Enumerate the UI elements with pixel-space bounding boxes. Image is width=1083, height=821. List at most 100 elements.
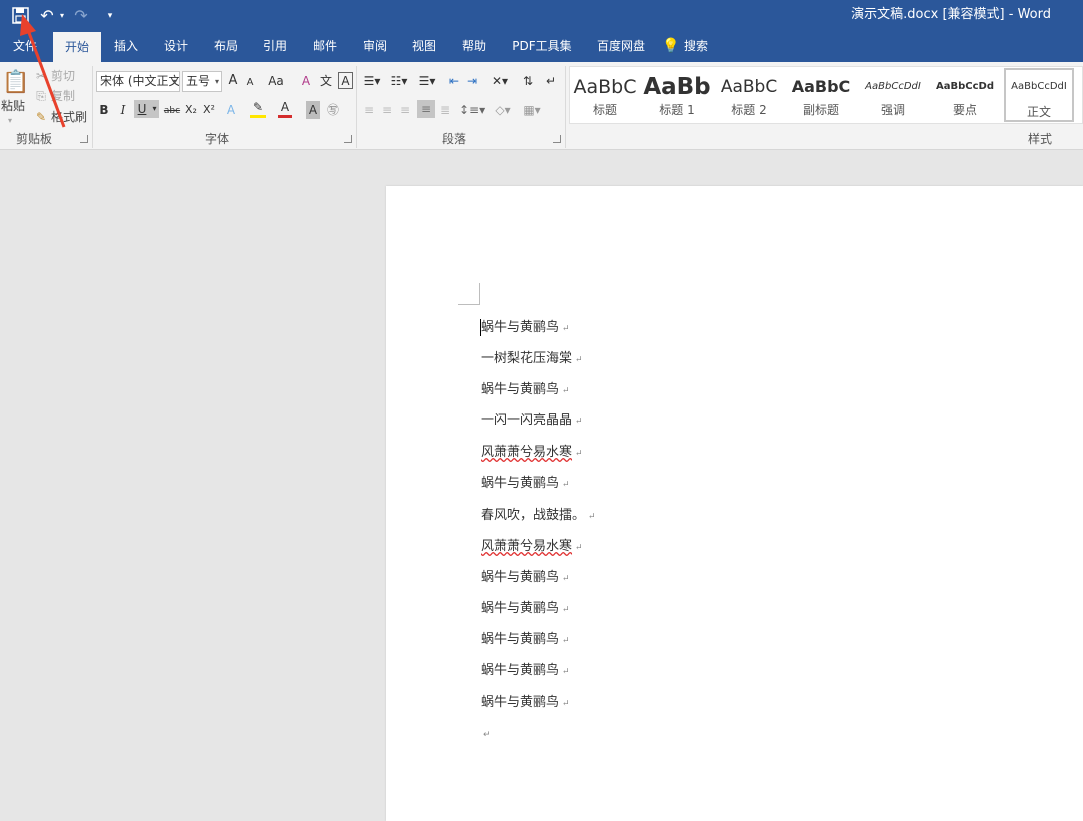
divider [565,66,566,148]
enclose-char-icon[interactable]: ㊢ [326,101,340,119]
margin-corner-mark [458,283,480,305]
copy-button[interactable]: 复制 [51,88,75,104]
shading-icon[interactable]: ◇▾ [491,101,515,119]
decrease-indent-icon[interactable]: ⇤ [446,72,462,90]
font-size-select[interactable]: 五号 ▾ [182,71,222,92]
subscript-button[interactable]: X₂ [183,101,199,119]
style-normal[interactable]: AaBbCcDdI 正文 [1004,68,1074,122]
document-line[interactable]: 风萧萧兮易水寒 ↵ [481,443,583,463]
style-strong[interactable]: AaBbCcDd 要点 [930,68,1000,122]
font-group-label: 字体 [205,132,230,146]
superscript-button[interactable]: X² [201,101,217,119]
tab-file[interactable]: 文件 [2,31,48,62]
redo-icon[interactable]: ↷ [72,0,90,31]
copy-icon[interactable]: ⎘ [34,87,48,105]
text-effects-button[interactable]: A [224,101,238,119]
paragraph-launcher-icon[interactable] [553,135,561,143]
line-spacing-icon[interactable]: ↕≡▾ [459,101,485,119]
format-painter-icon[interactable]: ✎ [34,108,48,126]
document-line[interactable]: 蜗牛与黄鹂鸟 ↵ [481,599,570,619]
cut-icon[interactable]: ✂ [34,67,48,85]
borders-icon[interactable]: ▦▾ [520,101,544,119]
tab-pdf-tools[interactable]: PDF工具集 [507,31,577,62]
font-color-button[interactable]: A [278,100,292,118]
numbering-icon[interactable]: ☷▾ [388,72,410,90]
paragraph-group-label: 段落 [442,132,467,146]
grow-font-button[interactable]: A [226,72,240,90]
justify-icon[interactable]: ≡ [417,100,435,118]
bold-button[interactable]: B [97,101,111,119]
paste-icon[interactable]: 📋 [2,68,29,98]
document-line[interactable]: 风萧萧兮易水寒 ↵ [481,537,583,557]
strikethrough-button[interactable]: abc [161,102,183,120]
italic-button[interactable]: I [116,101,130,119]
tab-insert[interactable]: 插入 [105,31,147,62]
style-heading-1[interactable]: AaBb 标题 1 [642,68,712,122]
phonetic-guide-icon[interactable]: 文 [318,72,334,90]
style-title[interactable]: AaBbC 标题 [570,68,640,122]
shrink-font-button[interactable]: A [244,74,256,92]
increase-indent-icon[interactable]: ⇥ [464,72,480,90]
document-title: 演示文稿.docx [兼容模式] - Word [851,7,1051,22]
divider [92,66,93,148]
document-line[interactable]: 蜗牛与黄鹂鸟 ↵ [481,693,570,713]
empty-paragraph-mark: ↵ [483,730,491,740]
document-line[interactable]: 一闪一闪亮晶晶 ↵ [481,411,583,431]
document-line[interactable]: 蜗牛与黄鹂鸟 ↵ [481,380,570,400]
tab-search[interactable]: 搜索 [679,31,713,62]
document-line[interactable]: 蜗牛与黄鹂鸟 ↵ [481,474,570,494]
font-name-select[interactable]: 宋体 (中文正文) ▾ [96,71,180,92]
chinese-layout-icon[interactable]: ✕▾ [489,72,511,90]
align-center-icon[interactable]: ≡ [379,101,395,119]
tab-help[interactable]: 帮助 [453,31,495,62]
clear-format-icon[interactable]: A [298,72,314,90]
align-right-icon[interactable]: ≡ [397,101,413,119]
tab-design[interactable]: 设计 [155,31,197,62]
tab-review[interactable]: 审阅 [354,31,396,62]
change-case-button[interactable]: Aa [266,72,286,90]
styles-group-label: 样式 [1028,132,1053,146]
format-painter-button[interactable]: 格式刷 [51,109,87,125]
document-line[interactable]: 蜗牛与黄鹂鸟 ↵ [481,661,570,681]
save-icon[interactable] [9,0,31,31]
document-line[interactable]: 蜗牛与黄鹂鸟 ↵ [481,630,570,650]
style-heading-2[interactable]: AaBbC 标题 2 [714,68,784,122]
divider [356,66,357,148]
multilevel-list-icon[interactable]: ☰▾ [416,72,438,90]
clipboard-group-label: 剪贴板 [16,132,53,146]
tab-home[interactable]: 开始 [53,32,101,62]
document-line[interactable]: 蜗牛与黄鹂鸟 ↵ [481,318,570,338]
sort-icon[interactable]: ⇅ [520,72,536,90]
chevron-down-icon: ▾ [172,77,177,86]
document-line[interactable]: 一树梨花压海棠 ↵ [481,349,583,369]
style-subtitle[interactable]: AaBbC 副标题 [786,68,856,122]
char-border-icon[interactable]: A [338,72,353,89]
document-line[interactable]: 春风吹，战鼓擂。 ↵ [481,506,596,526]
underline-dropdown-icon[interactable]: ▾ [150,100,159,118]
char-shading-button[interactable]: A [306,101,320,119]
highlighter-icon[interactable]: ✎ [250,100,266,118]
document-page[interactable] [386,186,1083,821]
underline-button[interactable]: U [134,100,150,118]
cut-button[interactable]: 剪切 [51,68,75,84]
font-launcher-icon[interactable] [344,135,352,143]
undo-dropdown-icon[interactable]: ▾ [57,0,67,31]
tab-mailings[interactable]: 邮件 [304,31,346,62]
tab-baidu-netdisk[interactable]: 百度网盘 [590,31,652,62]
clipboard-launcher-icon[interactable] [80,135,88,143]
chevron-down-icon: ▾ [214,77,219,86]
show-marks-icon[interactable]: ↵ [543,72,559,90]
tab-view[interactable]: 视图 [403,31,445,62]
distributed-icon[interactable]: ≣ [437,101,453,119]
bullets-icon[interactable]: ☰▾ [361,72,383,90]
lightbulb-icon[interactable]: 💡 [662,31,679,62]
paste-dropdown-icon[interactable]: ▾ [8,112,12,130]
align-left-icon[interactable]: ≡ [361,101,377,119]
tab-references[interactable]: 引用 [254,31,296,62]
undo-icon[interactable]: ↶ [38,0,56,31]
paste-button[interactable]: 粘贴 [1,98,25,114]
style-emphasis[interactable]: AaBbCcDdI 强调 [858,68,928,122]
document-line[interactable]: 蜗牛与黄鹂鸟 ↵ [481,568,570,588]
tab-layout[interactable]: 布局 [205,31,247,62]
customize-qat-icon[interactable]: ▾ [104,0,116,31]
